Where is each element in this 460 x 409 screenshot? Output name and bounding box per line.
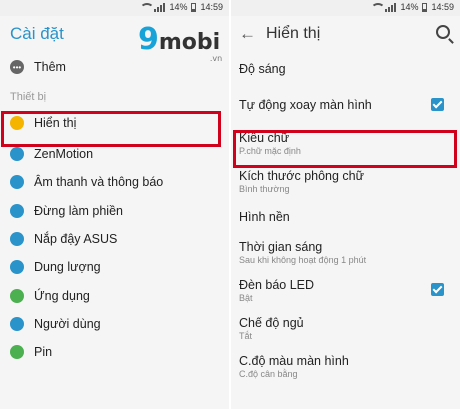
- setting-title: Hình nền: [239, 209, 290, 224]
- settings-item-label: Ứng dụng: [34, 288, 90, 303]
- settings-item-label: Nắp đậy ASUS: [34, 232, 118, 247]
- zenmotion-icon: [10, 147, 24, 162]
- cover-icon: [10, 232, 24, 247]
- back-arrow-icon[interactable]: ←: [239, 24, 256, 44]
- display-settings-list: Độ sáng Tự động xoay màn hình Kiểu chữ P.ch…: [231, 52, 460, 385]
- settings-item-label: ZenMotion: [34, 147, 94, 162]
- settings-item-label: Người dùng: [34, 316, 101, 331]
- apps-icon: [10, 288, 24, 303]
- display-setting-row[interactable]: Tự động xoay màn hình: [231, 86, 460, 124]
- highlight-font-style-item: [233, 130, 457, 168]
- display-setting-row[interactable]: Hình nền: [231, 200, 460, 233]
- setting-title: Kích thước phông chữ: [239, 168, 364, 183]
- settings-item-label: Pin: [34, 345, 53, 360]
- signal-icon: [154, 2, 166, 12]
- display-setting-row[interactable]: C.độ màu màn hình C.độ cân bằng: [231, 347, 460, 385]
- highlight-display-item: [1, 111, 221, 147]
- section-header: Thiết bị: [10, 91, 47, 103]
- setting-title: Độ sáng: [239, 62, 286, 76]
- settings-item-label: Âm thanh và thông báo: [34, 175, 164, 190]
- setting-title: Thời gian sáng: [239, 239, 323, 254]
- clock: 14:59: [431, 2, 454, 12]
- settings-item-label: Dung lượng: [34, 260, 101, 275]
- search-icon[interactable]: [436, 25, 450, 39]
- pane-divider: [229, 0, 231, 409]
- display-setting-row[interactable]: Chế độ ngủ Tắt: [231, 309, 460, 347]
- page-title: Cài đặt: [10, 24, 64, 43]
- display-settings-pane: 14% 14:59 ← Hiển thị Độ sáng Tự động xoay…: [231, 0, 460, 409]
- status-bar: 14% 14:59: [0, 0, 229, 16]
- battery-status-icon: [191, 2, 197, 12]
- settings-item-battery[interactable]: Pin: [0, 338, 229, 366]
- watermark-logo: 9mobi .vn: [138, 22, 223, 63]
- display-setting-row[interactable]: Đèn báo LED Bật: [231, 271, 460, 309]
- setting-subtitle: Tắt: [239, 330, 253, 341]
- moon-icon: [10, 203, 24, 218]
- checkbox-checked-icon[interactable]: [431, 283, 444, 296]
- setting-title: C.độ màu màn hình: [239, 353, 349, 368]
- signal-icon: [385, 2, 397, 12]
- app-bar: ← Hiển thị: [231, 16, 460, 52]
- battery-percent: 14%: [400, 2, 419, 12]
- setting-subtitle: Sau khi không hoạt động 1 phút: [239, 254, 367, 265]
- sound-icon: [10, 175, 24, 190]
- clock: 14:59: [200, 2, 223, 12]
- settings-item-label: Đừng làm phiền: [34, 203, 123, 218]
- wifi-icon: [371, 2, 386, 12]
- wifi-icon: [140, 2, 155, 12]
- setting-subtitle: C.độ cân bằng: [239, 368, 298, 379]
- status-bar: 14% 14:59: [231, 0, 460, 16]
- settings-pane: 14% 14:59 Cài đặt ••• Thêm Thiết bị Hiển…: [0, 0, 229, 409]
- display-setting-row[interactable]: Độ sáng: [231, 52, 460, 86]
- battery-icon: [10, 345, 24, 360]
- setting-subtitle: Bật: [239, 292, 253, 303]
- settings-item-user[interactable]: Người dùng: [0, 310, 229, 338]
- storage-icon: [10, 260, 24, 275]
- settings-item-label: Thêm: [34, 60, 66, 74]
- checkbox-checked-icon[interactable]: [431, 98, 444, 111]
- page-title: Hiển thị: [266, 25, 321, 42]
- settings-item-apps[interactable]: Ứng dụng: [0, 281, 229, 309]
- settings-item-storage[interactable]: Dung lượng: [0, 253, 229, 281]
- setting-title: Tự động xoay màn hình: [239, 98, 372, 112]
- more-dots-icon: •••: [10, 60, 24, 74]
- user-icon: [10, 316, 24, 331]
- battery-status-icon: [422, 2, 428, 12]
- setting-subtitle: Bình thường: [239, 183, 290, 194]
- settings-item-sound[interactable]: Âm thanh và thông báo: [0, 168, 229, 196]
- display-setting-row[interactable]: Thời gian sáng Sau khi không hoạt động 1 …: [231, 233, 460, 271]
- setting-title: Chế độ ngủ: [239, 315, 304, 330]
- battery-percent: 14%: [169, 2, 188, 12]
- setting-title: Đèn báo LED: [239, 277, 315, 292]
- settings-item-cover[interactable]: Nắp đậy ASUS: [0, 225, 229, 253]
- settings-item-moon[interactable]: Đừng làm phiền: [0, 197, 229, 225]
